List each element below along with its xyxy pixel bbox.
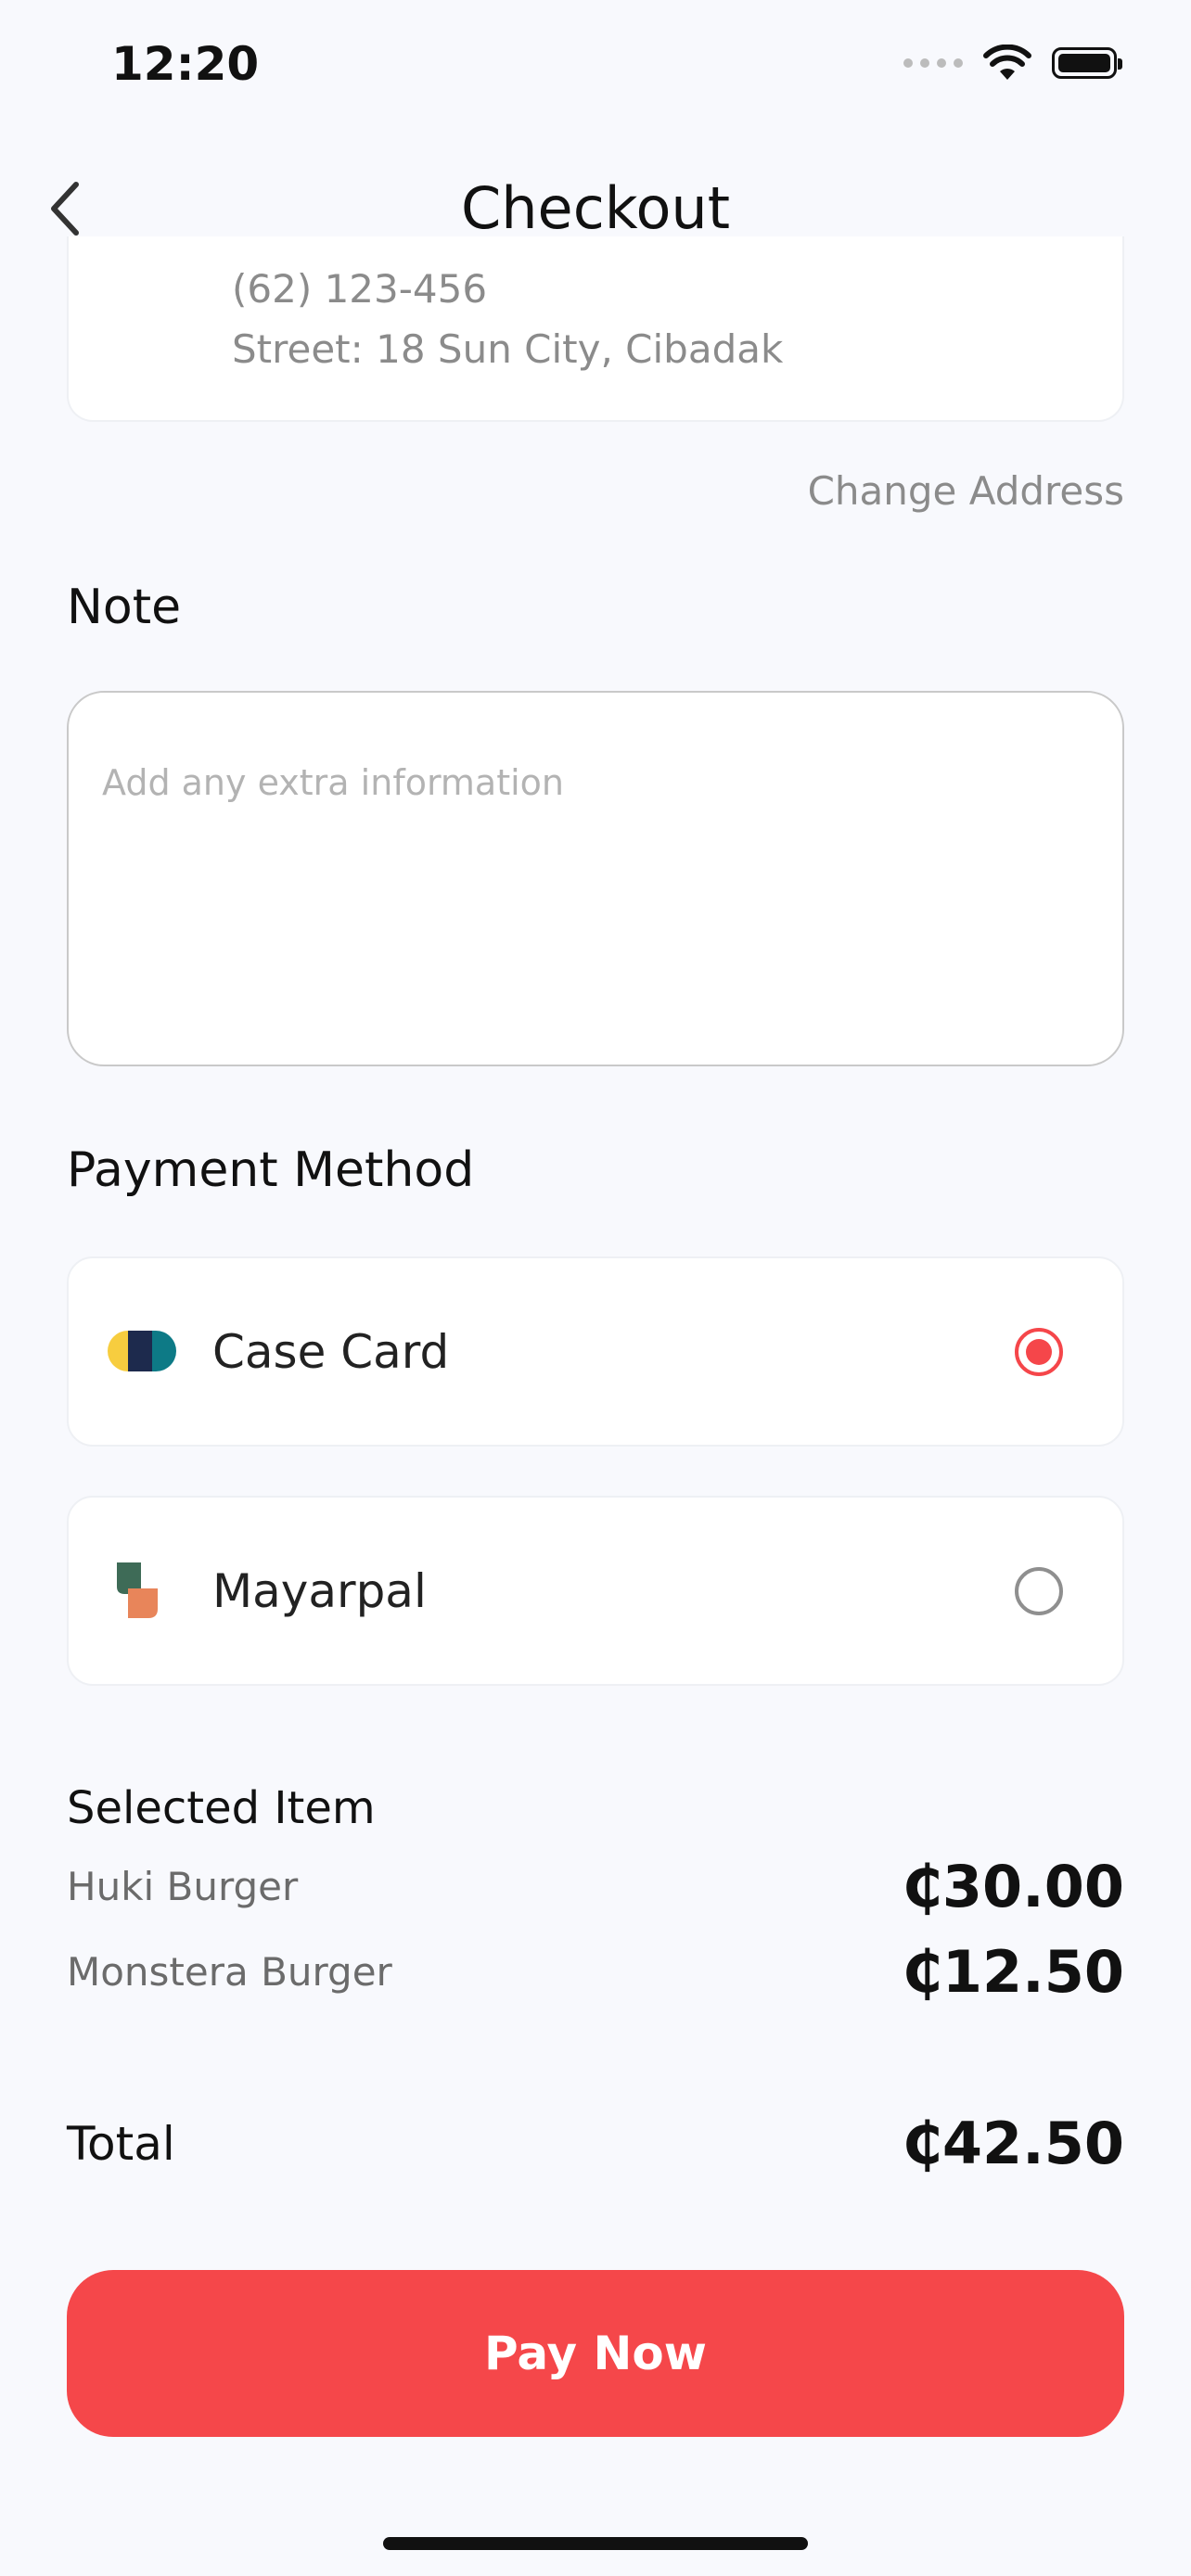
payment-method-label: Payment Method bbox=[67, 1142, 475, 1198]
pay-now-button[interactable]: Pay Now bbox=[67, 2270, 1124, 2437]
status-icons-overlay bbox=[903, 45, 1122, 82]
total-label: Total bbox=[67, 2116, 175, 2171]
item-price: ₵12.50 bbox=[902, 1938, 1124, 2006]
note-label: Note bbox=[67, 580, 182, 635]
case-card-logo-icon bbox=[108, 1331, 176, 1371]
list-item: Huki Burger ₵30.00 bbox=[67, 1853, 1124, 1920]
total-row: Total ₵42.50 bbox=[67, 2110, 1124, 2177]
selected-item-label: Selected Item bbox=[67, 1782, 376, 1834]
status-time-overlay: 12:20 bbox=[111, 37, 260, 91]
radio-unselected[interactable] bbox=[1015, 1567, 1063, 1615]
payment-option-case-card[interactable]: Case Card bbox=[67, 1256, 1124, 1447]
radio-selected[interactable] bbox=[1015, 1328, 1063, 1376]
note-input[interactable]: Add any extra information bbox=[67, 691, 1124, 1066]
payment-option-label: Mayarpal bbox=[212, 1564, 427, 1618]
note-placeholder: Add any extra information bbox=[102, 762, 564, 803]
change-address-link[interactable]: Change Address bbox=[808, 468, 1124, 514]
item-name: Huki Burger bbox=[67, 1864, 299, 1909]
total-value: ₵42.50 bbox=[902, 2110, 1124, 2177]
cellular-signal-icon bbox=[903, 58, 963, 68]
status-bar-overlay: 12:20 bbox=[0, 0, 1191, 139]
home-indicator[interactable] bbox=[383, 2537, 808, 2550]
payment-option-mayarpal[interactable]: Mayarpal bbox=[67, 1496, 1124, 1686]
mayarpal-logo-icon bbox=[117, 1562, 158, 1618]
payment-option-label: Case Card bbox=[212, 1325, 450, 1379]
item-price: ₵30.00 bbox=[902, 1853, 1124, 1920]
battery-icon bbox=[1052, 47, 1122, 79]
list-item: Monstera Burger ₵12.50 bbox=[67, 1938, 1124, 2006]
header-overlay: Checkout bbox=[0, 158, 1191, 260]
page-title: Checkout bbox=[460, 174, 731, 242]
address-card-visible bbox=[67, 283, 1124, 422]
item-name: Monstera Burger bbox=[67, 1949, 392, 1995]
wifi-icon bbox=[983, 45, 1031, 80]
